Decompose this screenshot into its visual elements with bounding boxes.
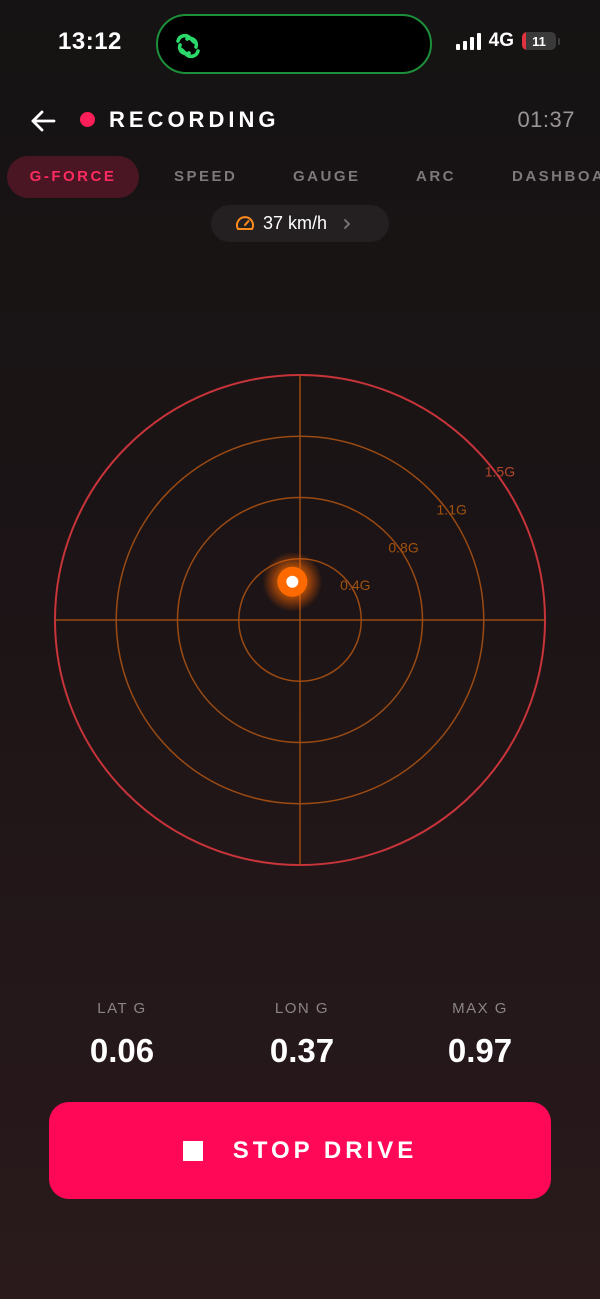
tab-speed[interactable]: SPEED: [174, 156, 237, 198]
g-ring-1: [238, 558, 362, 682]
battery-fill: [522, 32, 526, 50]
stat-label: LON G: [274, 1000, 330, 1017]
stat-value: 0.97: [447, 1032, 513, 1069]
stat-max-g: MAX G 0.97: [400, 1000, 560, 1070]
battery-icon: 11: [522, 32, 556, 50]
status-bar: 13:12 4G 11: [0, 0, 600, 90]
speed-value: 37 km/h: [263, 213, 328, 233]
status-indicators: 4G 11: [455, 30, 560, 52]
g-ring-4: [54, 374, 546, 866]
back-button[interactable]: [26, 104, 60, 138]
g-force-dot: [262, 551, 323, 612]
stop-drive-label: STOP DRIVE: [232, 1136, 418, 1164]
signal-icon: [455, 32, 481, 50]
network-label: 4G: [488, 30, 514, 51]
g-ring-label: 1.5G: [485, 464, 515, 480]
battery-tip: [558, 37, 560, 45]
stat-lat-g: LAT G 0.06: [42, 1000, 202, 1070]
view-tabs: G-FORCE SPEED GAUGE ARC DASHBOARD: [0, 156, 600, 198]
g-ring-label: 1.1G: [437, 502, 467, 518]
back-arrow-icon: [31, 110, 56, 132]
g-ring-2: [176, 496, 424, 744]
status-time: 13:12: [58, 28, 122, 55]
stop-square-icon: [182, 1140, 203, 1161]
speedometer-icon: [236, 215, 254, 230]
dynamic-island[interactable]: [156, 14, 432, 74]
tab-gauge[interactable]: GAUGE: [293, 156, 361, 198]
g-ring-label: 0.8G: [388, 539, 418, 555]
tab-g-force[interactable]: G-FORCE: [7, 156, 139, 198]
stop-drive-button[interactable]: STOP DRIVE: [49, 1102, 551, 1199]
stat-value: 0.06: [89, 1032, 155, 1069]
recording-dot-icon: [80, 112, 95, 127]
chevron-right-icon: [344, 218, 350, 229]
page-title: RECORDING: [109, 107, 280, 132]
linked-rings-icon: [176, 33, 200, 59]
stat-lon-g: LON G 0.37: [222, 1000, 382, 1070]
stat-label: MAX G: [452, 1000, 508, 1017]
elapsed-time: 01:37: [517, 107, 575, 132]
header: RECORDING 01:37: [0, 96, 600, 144]
tab-dashboard[interactable]: DASHBOARD: [512, 156, 600, 198]
speed-pill[interactable]: 37 km/h: [211, 205, 389, 242]
stat-value: 0.37: [269, 1032, 335, 1069]
tab-arc[interactable]: ARC: [416, 156, 456, 198]
g-ring-label: 0.4G: [340, 577, 370, 593]
battery-level: 11: [532, 33, 546, 49]
stat-label: LAT G: [97, 1000, 147, 1017]
g-ring-3: [115, 435, 485, 805]
